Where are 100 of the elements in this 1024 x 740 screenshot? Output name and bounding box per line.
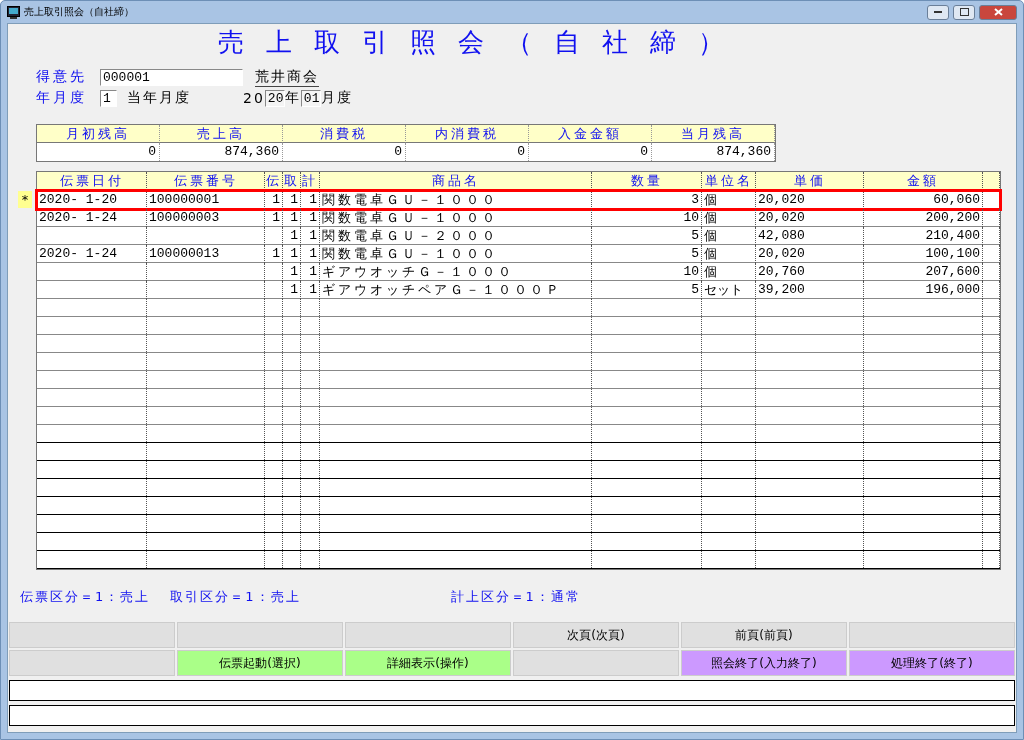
table-cell: 関数電卓ＧＵ－１０００ <box>320 209 592 227</box>
table-cell: 個 <box>702 245 756 263</box>
period-description: 当年月度 <box>127 89 191 107</box>
customer-code-field[interactable]: 000001 <box>100 68 243 86</box>
table-cell: 1 <box>265 191 283 209</box>
status-text: 計上区分＝1：通常 <box>450 588 581 606</box>
table-row[interactable]: 1 1 ギアウオッチＧ－１０００ 10 個 20,760 207,600 <box>37 263 1000 281</box>
table-cell: 10 <box>592 263 702 281</box>
table-cell: 1 <box>301 191 320 209</box>
table-cell: 5 <box>592 281 702 299</box>
year-prefix: 20 <box>243 90 265 106</box>
maximize-icon <box>959 8 969 16</box>
table-cell: 42,080 <box>756 227 864 245</box>
maximize-button[interactable] <box>953 4 975 20</box>
table-cell: 5 <box>592 245 702 263</box>
table-cell: 3 <box>592 191 702 209</box>
table-cell: 個 <box>702 263 756 281</box>
function-key[interactable]: 詳細表示(操作) <box>345 650 511 676</box>
table-cell: 1 <box>283 227 301 245</box>
column-header: 伝票番号 <box>147 172 265 190</box>
table-cell: 20,020 <box>756 191 864 209</box>
table-cell: 関数電卓ＧＵ－１０００ <box>320 245 592 263</box>
column-header: 数量 <box>592 172 702 190</box>
table-cell: 1 <box>301 263 320 281</box>
function-key[interactable]: 処理終了(終了) <box>849 650 1015 676</box>
table-cell: 2020- 1-24 <box>37 209 147 227</box>
table-cell: 1 <box>301 227 320 245</box>
table-cell: 100000003 <box>147 209 265 227</box>
table-cell: ギアウオッチペアＧ－１０００Ｐ <box>320 281 592 299</box>
column-header: 計 <box>301 172 320 190</box>
table-cell: 0 <box>529 143 652 161</box>
column-header: 消費税 <box>283 125 406 143</box>
table-cell: 1 <box>301 245 320 263</box>
field-label: 得意先 <box>36 68 88 86</box>
column-header: 売上高 <box>160 125 283 143</box>
column-header: 取 <box>283 172 301 190</box>
table-cell: 1 <box>283 281 301 299</box>
table-cell: 1 <box>301 281 320 299</box>
status-text: 取引区分＝1：売上 <box>170 588 301 606</box>
app-icon <box>7 5 20 19</box>
table-row[interactable]: 1 1 ギアウオッチペアＧ－１０００Ｐ 5 セット 39,200 196,000 <box>37 281 1000 299</box>
function-key[interactable]: 次頁(次頁) <box>513 622 679 648</box>
table-cell: 5 <box>592 227 702 245</box>
table-row[interactable]: 1 1 関数電卓ＧＵ－２０００ 5 個 42,080 210,400 <box>37 227 1000 245</box>
table-cell: 2020- 1-24 <box>37 245 147 263</box>
table-cell: 100,100 <box>864 245 983 263</box>
table-cell: 100000013 <box>147 245 265 263</box>
table-cell: 210,400 <box>864 227 983 245</box>
year-unit: 年 <box>284 89 301 107</box>
period-field[interactable]: 1 <box>100 89 117 107</box>
function-key[interactable]: 伝票起動(選択) <box>177 650 343 676</box>
table-cell: 20,760 <box>756 263 864 281</box>
column-header: 当月残高 <box>652 125 775 143</box>
table-cell: 196,000 <box>864 281 983 299</box>
table-cell: 1 <box>265 209 283 227</box>
table-cell: 874,360 <box>652 143 775 161</box>
table-cell: 20,020 <box>756 209 864 227</box>
row-marker: * <box>18 191 32 208</box>
table-cell: 207,600 <box>864 263 983 281</box>
table-cell: ギアウオッチＧ－１０００ <box>320 263 592 281</box>
column-header: 伝 <box>265 172 283 190</box>
table-cell: 1 <box>283 263 301 281</box>
table-cell: 個 <box>702 209 756 227</box>
minimize-icon <box>934 10 942 14</box>
table-cell: 20,020 <box>756 245 864 263</box>
table-row[interactable]: 2020- 1-24 100000013 1 1 1 関数電卓ＧＵ－１０００ 5 個 20,020 100,100 <box>37 245 1000 263</box>
column-header: 単価 <box>756 172 864 190</box>
table-cell: 1 <box>265 245 283 263</box>
table-cell: 0 <box>406 143 529 161</box>
table-cell: 関数電卓ＧＵ－２０００ <box>320 227 592 245</box>
table-cell: 2020- 1-20 <box>37 191 147 209</box>
table-cell: 個 <box>702 227 756 245</box>
column-header: 内消費税 <box>406 125 529 143</box>
table-row[interactable]: 2020- 1-20 100000001 1 1 1 関数電卓ＧＵ－１０００ 3 個 20,020 60,060 <box>37 191 1000 209</box>
customer-name: 荒井商会 <box>255 67 319 87</box>
table-row[interactable]: 2020- 1-24 100000003 1 1 1 関数電卓ＧＵ－１０００ 10 個 20,020 200,200 <box>37 209 1000 227</box>
month-field[interactable]: 01 <box>300 89 321 107</box>
column-header: 単位名 <box>702 172 756 190</box>
table-cell: 個 <box>702 191 756 209</box>
column-header: 商品名 <box>320 172 592 190</box>
status-text: 伝票区分＝1：売上 <box>20 588 151 606</box>
table-cell: 60,060 <box>864 191 983 209</box>
table-cell: 1 <box>283 209 301 227</box>
table-cell: 1 <box>283 191 301 209</box>
minimize-button[interactable] <box>927 4 949 20</box>
year-field[interactable]: 20 <box>264 89 285 107</box>
column-header: 入金金額 <box>529 125 652 143</box>
column-header: 伝票日付 <box>37 172 147 190</box>
table-cell: セット <box>702 281 756 299</box>
window-title: 売上取引照会（自社締） <box>24 5 135 19</box>
function-key[interactable]: 前頁(前頁) <box>681 622 847 648</box>
table-cell: 39,200 <box>756 281 864 299</box>
table-cell: 0 <box>283 143 406 161</box>
function-key[interactable]: 照会終了(入力終了) <box>681 650 847 676</box>
column-header: 月初残高 <box>37 125 160 143</box>
table-cell: 200,200 <box>864 209 983 227</box>
month-unit: 月度 <box>320 89 353 107</box>
table-cell: 10 <box>592 209 702 227</box>
close-button[interactable] <box>979 4 1017 20</box>
table-cell: 関数電卓ＧＵ－１０００ <box>320 191 592 209</box>
